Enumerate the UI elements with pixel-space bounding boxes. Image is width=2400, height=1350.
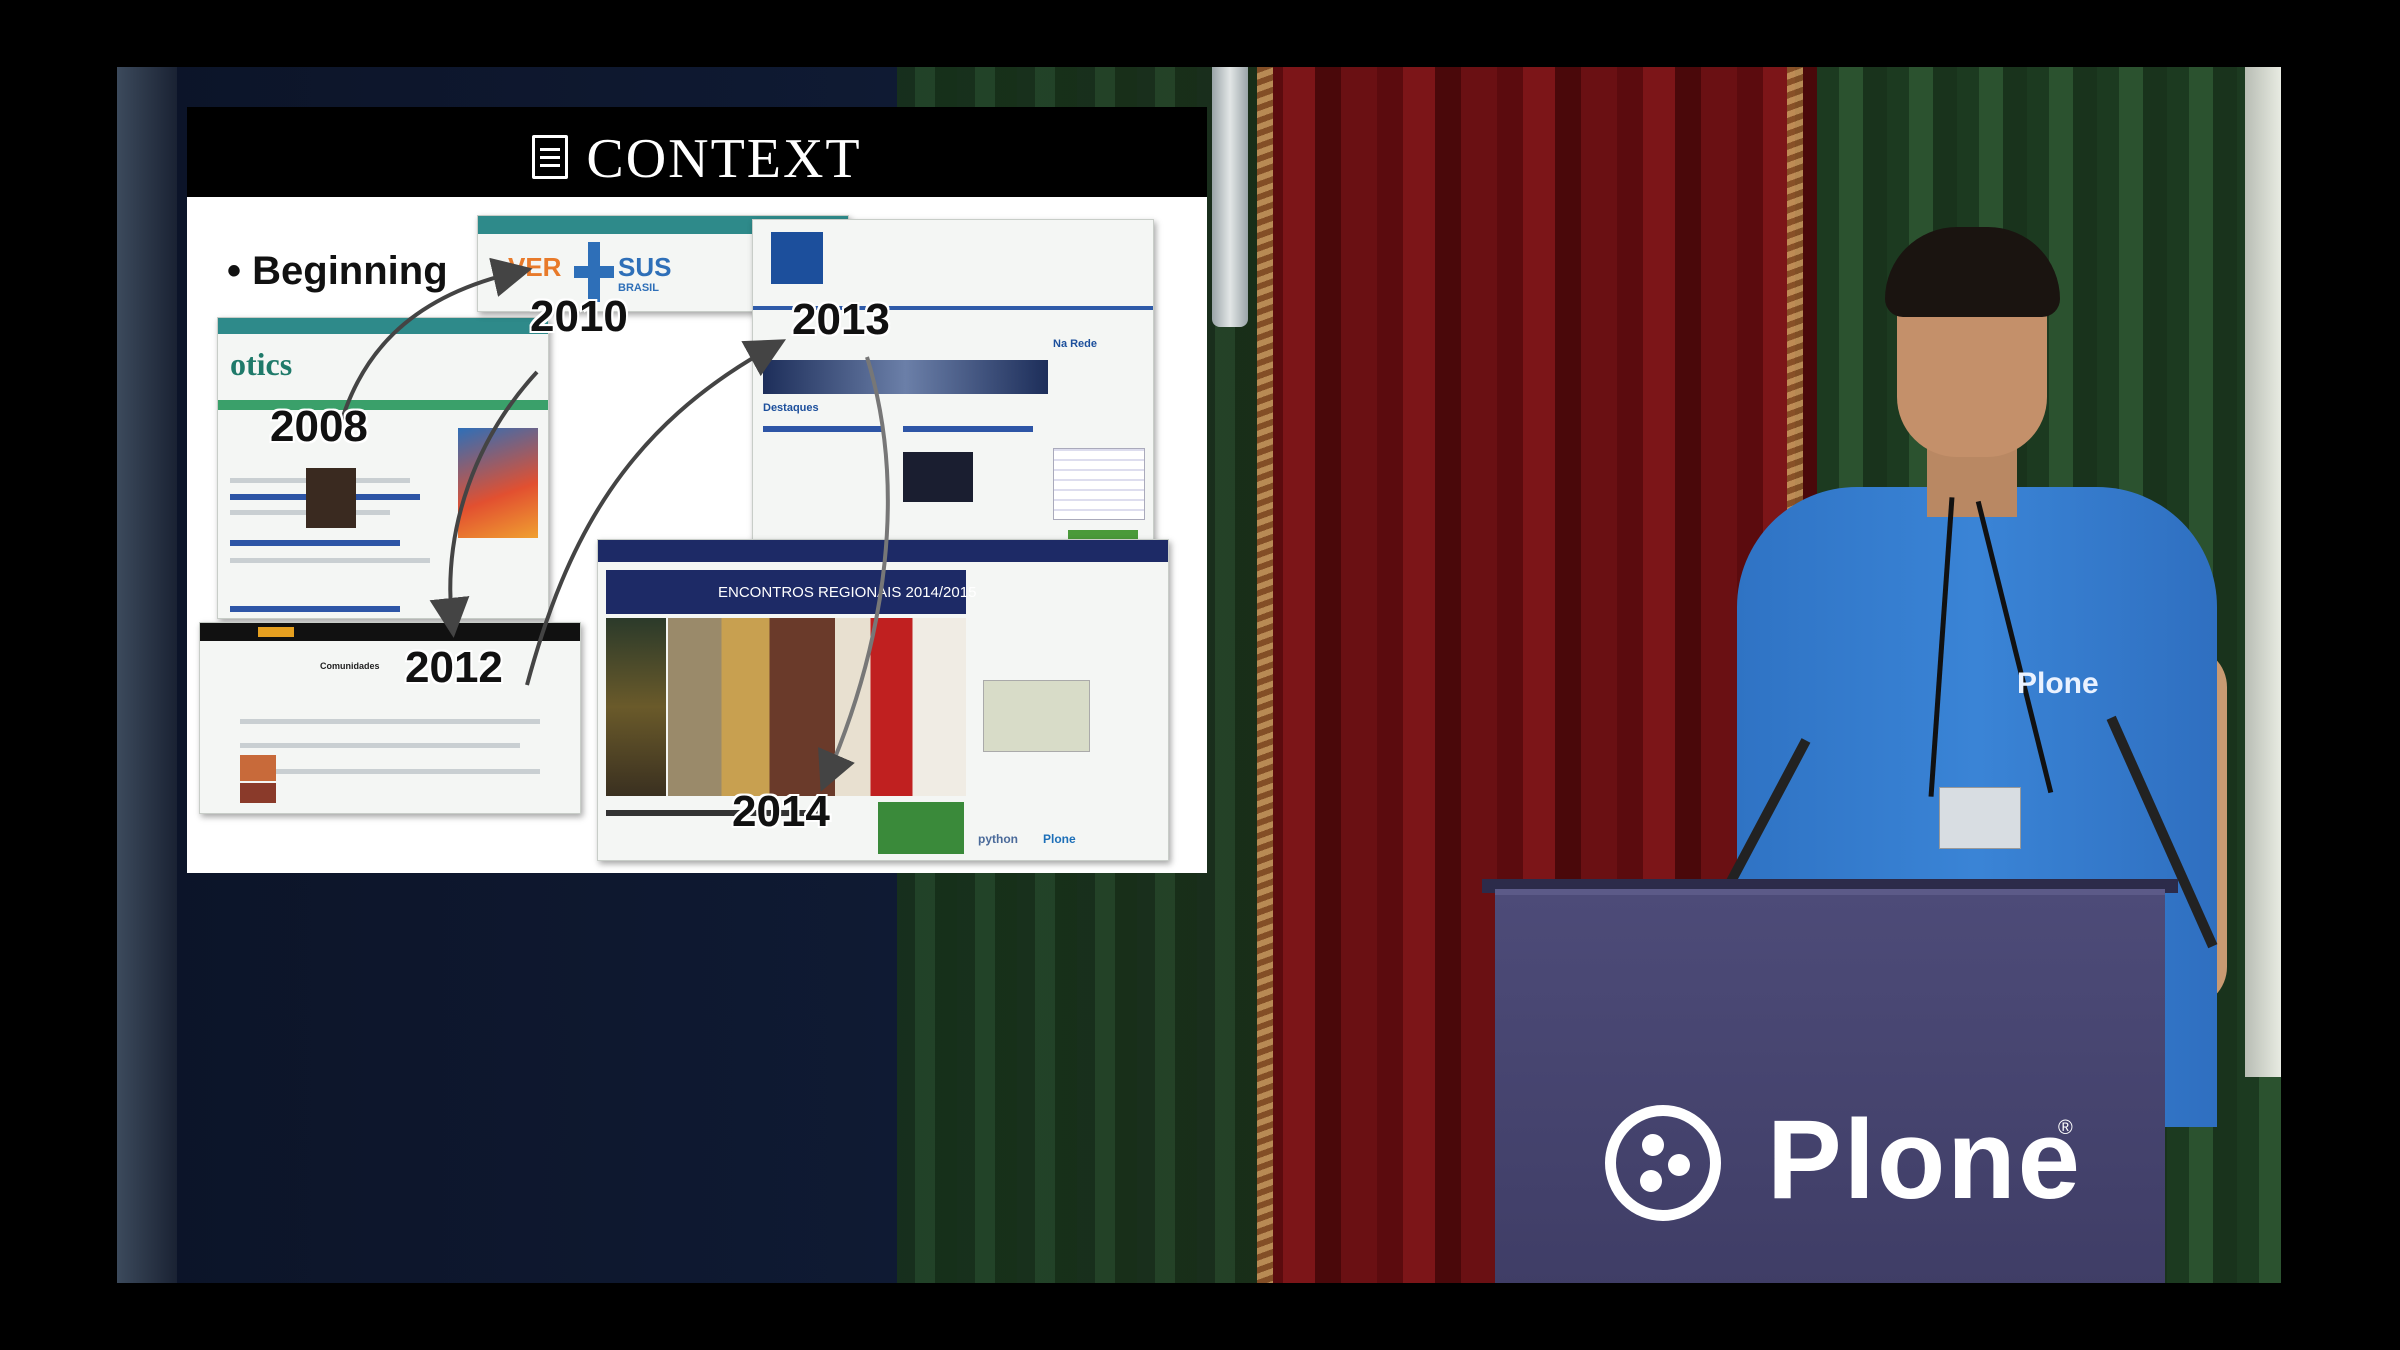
curtain-rope xyxy=(1257,67,1273,1283)
podium-brand-text: Plone xyxy=(1767,1097,2082,1222)
year-label-2008: 2008 xyxy=(270,402,368,451)
shirt-plone-logo: Plone xyxy=(2017,667,2099,700)
year-label-2012: 2012 xyxy=(405,643,503,692)
arrow-2013-2014 xyxy=(818,356,890,792)
projected-slide: CONTEXT • Beginning otics VER SUS BRASIL xyxy=(187,107,1207,873)
podium: Plone ® xyxy=(1495,889,2165,1283)
timeline-arrows xyxy=(335,257,890,792)
year-label-2010: 2010 xyxy=(530,292,628,341)
registered-mark: ® xyxy=(2058,1117,2073,1139)
video-frame: CONTEXT • Beginning otics VER SUS BRASIL xyxy=(117,67,2281,1283)
arrow-2012-2013 xyxy=(525,339,787,686)
arrow-2010-2012 xyxy=(429,370,539,638)
name-badge xyxy=(1939,787,2021,849)
plone-logo-icon xyxy=(1605,1105,1721,1221)
year-label-2013: 2013 xyxy=(792,295,890,344)
year-label-2014: 2014 xyxy=(732,787,830,836)
wall-lamp xyxy=(1212,67,1248,327)
wall-left xyxy=(117,67,177,1283)
speaker-hair xyxy=(1885,227,2060,317)
